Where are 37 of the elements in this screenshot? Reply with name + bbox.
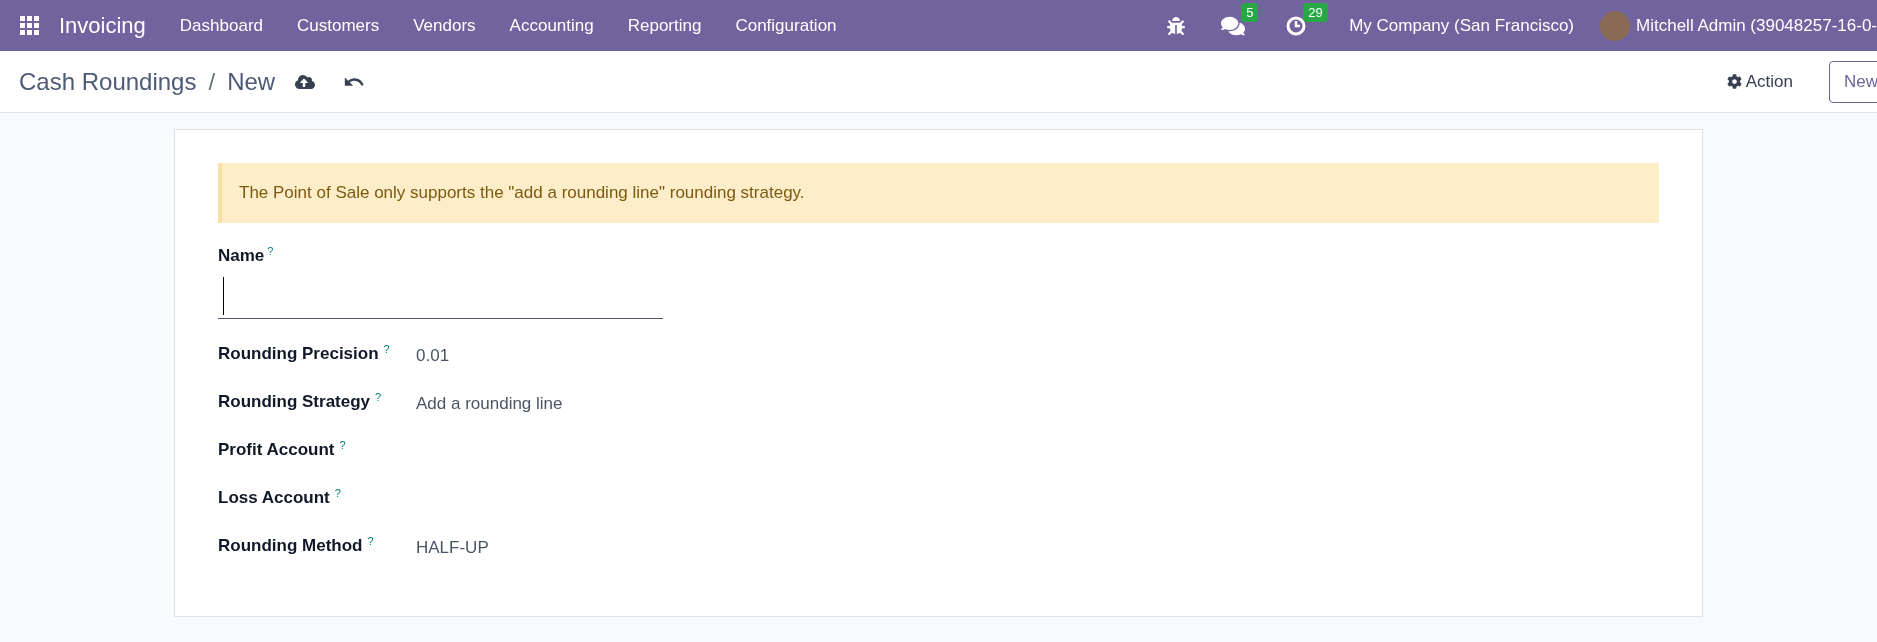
field-label: Profit Account — [218, 438, 335, 461]
user-menu[interactable]: Mitchell Admin (39048257-16-0- — [1636, 12, 1877, 39]
field-value[interactable]: HALF-UP — [416, 534, 489, 560]
message-count-badge: 5 — [1241, 2, 1259, 22]
breadcrumb-link[interactable]: Cash Roundings — [19, 63, 197, 100]
help-tooltip[interactable]: ? — [334, 484, 341, 501]
menu-item[interactable]: Dashboard — [179, 12, 263, 39]
field-value[interactable]: 0.01 — [416, 342, 450, 368]
name-input[interactable] — [218, 274, 663, 319]
help-tooltip[interactable]: ? — [367, 532, 374, 549]
field-label: Rounding Method — [218, 534, 363, 557]
breadcrumb-separator: / — [208, 66, 216, 97]
help-tooltip[interactable]: ? — [383, 340, 390, 357]
field-label: Rounding Precision — [218, 342, 379, 365]
help-tooltip[interactable]: ? — [267, 243, 274, 260]
company-switcher[interactable]: My Company (San Francisco) — [1349, 12, 1575, 39]
apps-grid-icon[interactable] — [20, 15, 40, 36]
action-button[interactable]: Action — [1726, 68, 1793, 95]
help-tooltip[interactable]: ? — [375, 388, 382, 405]
app-name[interactable]: Invoicing — [59, 9, 146, 42]
menu-item[interactable]: Accounting — [509, 12, 594, 39]
help-tooltip[interactable]: ? — [339, 436, 346, 453]
menu-item[interactable]: Reporting — [627, 12, 702, 39]
bug-icon[interactable] — [1167, 16, 1186, 35]
chat-icon[interactable] — [1221, 14, 1246, 37]
field-value[interactable]: Add a rounding line — [416, 390, 563, 416]
clock-icon[interactable] — [1285, 14, 1308, 37]
field-label: Loss Account — [218, 486, 330, 509]
menu-item[interactable]: Configuration — [735, 12, 837, 39]
field-label: Rounding Strategy — [218, 390, 371, 413]
breadcrumb-current: New — [227, 66, 276, 97]
activity-count-badge: 29 — [1303, 2, 1328, 22]
warning-alert: The Point of Sale only supports the "add a rounding line" rounding strategy. — [218, 163, 1659, 223]
menu-item[interactable]: Customers — [297, 12, 380, 39]
menu-item[interactable]: Vendors — [413, 12, 476, 39]
field-label: Name — [218, 245, 265, 267]
gear-icon — [1726, 74, 1742, 89]
